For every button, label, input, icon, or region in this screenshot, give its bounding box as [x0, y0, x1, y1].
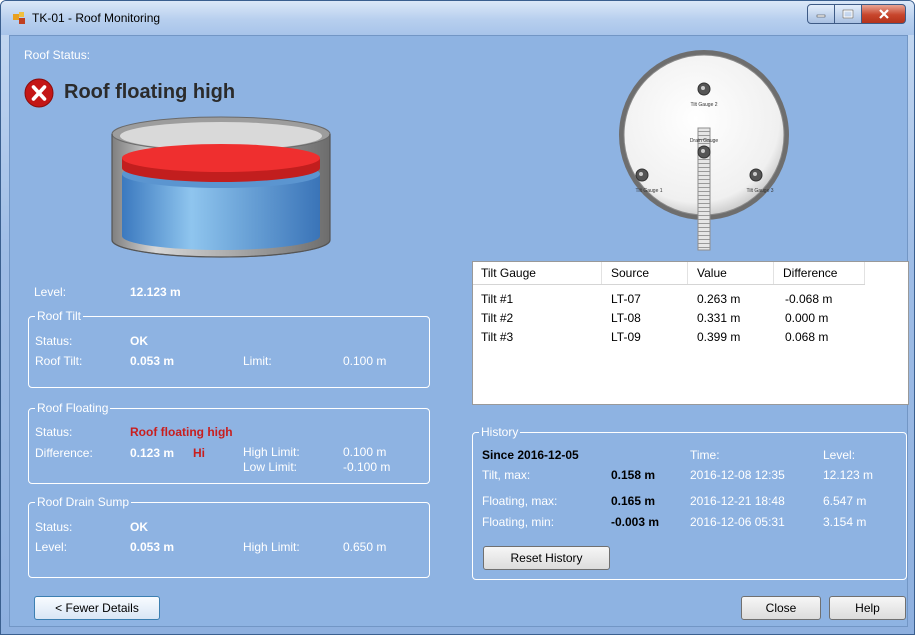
low-limit-label: Low Limit:	[243, 460, 298, 474]
drain-level-label: Level:	[35, 540, 68, 554]
source-cell: LT-08	[611, 311, 641, 325]
roof-tilt-group: Roof Tilt Status: OK Roof Tilt: 0.053 m …	[28, 309, 430, 388]
tilt-gauge-cell: Tilt #3	[481, 330, 514, 344]
value-cell: 0.331 m	[697, 311, 741, 325]
drain-gauge-marker	[697, 145, 711, 159]
tilt-gauge-1-marker	[635, 168, 649, 182]
history-row-time: 2016-12-21 18:48	[690, 494, 785, 508]
low-limit-value: -0.100 m	[343, 460, 391, 474]
drain-high-limit-label: High Limit:	[243, 540, 300, 554]
column-divider	[864, 262, 865, 284]
title-bar[interactable]: TK-01 - Roof Monitoring	[1, 1, 914, 35]
tilt-gauge-2-marker	[697, 82, 711, 96]
help-button[interactable]: Help	[829, 596, 906, 620]
tilt-gauge-3-marker	[749, 168, 763, 182]
difference-cell: -0.068 m	[785, 292, 833, 306]
app-icon	[13, 12, 25, 24]
maximize-button[interactable]	[835, 4, 862, 24]
history-row-label: Tilt, max:	[482, 468, 531, 482]
drain-status-value: OK	[130, 520, 148, 534]
tilt-gauge-3-label: Tilt Gauge 3	[746, 188, 773, 194]
column-header-difference[interactable]: Difference	[783, 266, 837, 280]
close-button[interactable]: Close	[741, 596, 821, 620]
history-row-label: Floating, min:	[482, 515, 555, 529]
column-divider	[773, 262, 774, 284]
roof-drain-group: Roof Drain Sump Status: OK Level: 0.053 …	[28, 495, 430, 578]
maximize-icon	[842, 9, 854, 19]
tank-illustration	[111, 116, 331, 258]
roof-floating-status-value: Roof floating high	[130, 425, 233, 439]
history-time-header: Time:	[690, 448, 720, 462]
roof-status-label: Roof Status:	[24, 48, 91, 62]
level-label: Level:	[34, 285, 67, 299]
history-row-label: Floating, max:	[482, 494, 558, 508]
column-header-value[interactable]: Value	[697, 266, 727, 280]
history-row-time: 2016-12-08 12:35	[690, 468, 785, 482]
roof-tilt-label: Roof Tilt:	[35, 354, 83, 368]
client-area: Roof Status: Roof floating high Level: 1…	[9, 35, 909, 627]
history-row-time: 2016-12-06 05:31	[690, 515, 785, 529]
window-title: TK-01 - Roof Monitoring	[32, 11, 161, 25]
minimize-icon	[816, 14, 826, 18]
history-level-header: Level:	[823, 448, 856, 462]
roof-drain-title: Roof Drain Sump	[35, 495, 132, 509]
difference-cell: 0.000 m	[785, 311, 829, 325]
history-row-value: 0.165 m	[611, 494, 656, 508]
minimize-button[interactable]	[807, 4, 835, 24]
column-divider	[687, 262, 688, 284]
history-since: Since 2016-12-05	[482, 448, 579, 462]
drain-high-limit-value: 0.650 m	[343, 540, 387, 554]
window-controls	[807, 4, 906, 24]
tilt-gauge-cell: Tilt #2	[481, 311, 514, 325]
difference-value: 0.123 m	[130, 446, 175, 460]
history-title: History	[479, 425, 521, 439]
table-header: Tilt Gauge Source Value Difference	[473, 262, 865, 285]
hi-flag: Hi	[193, 446, 205, 460]
difference-label: Difference:	[35, 446, 93, 460]
close-icon	[878, 9, 889, 19]
roof-monitoring-window: TK-01 - Roof Monitoring Roof Status: Roo…	[0, 0, 915, 635]
column-header-tilt-gauge[interactable]: Tilt Gauge	[481, 266, 536, 280]
drain-status-label: Status:	[35, 520, 73, 534]
tilt-gauge-table[interactable]: Tilt Gauge Source Value Difference Tilt …	[472, 261, 909, 405]
history-row-level: 6.547 m	[823, 494, 867, 508]
difference-cell: 0.068 m	[785, 330, 829, 344]
column-header-source[interactable]: Source	[611, 266, 649, 280]
drain-level-value: 0.053 m	[130, 540, 175, 554]
fewer-details-button[interactable]: < Fewer Details	[34, 596, 160, 620]
history-row-value: -0.003 m	[611, 515, 660, 529]
history-row-level: 3.154 m	[823, 515, 867, 529]
roof-tilt-limit-label: Limit:	[243, 354, 272, 368]
roof-tilt-title: Roof Tilt	[35, 309, 84, 323]
reset-history-button[interactable]: Reset History	[483, 546, 610, 570]
close-window-button[interactable]	[862, 4, 906, 24]
high-limit-label: High Limit:	[243, 445, 300, 459]
roof-floating-group: Roof Floating Status: Roof floating high…	[28, 401, 430, 484]
level-value: 12.123 m	[130, 285, 181, 299]
source-cell: LT-09	[611, 330, 641, 344]
column-divider	[601, 262, 602, 284]
source-cell: LT-07	[611, 292, 641, 306]
history-group: History Since 2016-12-05 Time: Level: Ti…	[472, 425, 907, 580]
roof-floating-title: Roof Floating	[35, 401, 111, 415]
tilt-gauge-2-label: Tilt Gauge 2	[690, 102, 717, 108]
roof-tilt-status-value: OK	[130, 334, 148, 348]
high-limit-value: 0.100 m	[343, 445, 387, 459]
tilt-gauge-cell: Tilt #1	[481, 292, 514, 306]
drain-gauge-label: Drain Gauge	[690, 138, 719, 144]
value-cell: 0.399 m	[697, 330, 741, 344]
history-row-level: 12.123 m	[823, 468, 874, 482]
roof-tilt-value: 0.053 m	[130, 354, 175, 368]
roof-floating-status-label: Status:	[35, 425, 73, 439]
alarm-x-icon	[24, 78, 54, 108]
history-row-value: 0.158 m	[611, 468, 656, 482]
roof-tilt-limit-value: 0.100 m	[343, 354, 387, 368]
tilt-gauge-1-label: Tilt Gauge 1	[635, 188, 662, 194]
value-cell: 0.263 m	[697, 292, 741, 306]
roof-tilt-status-label: Status:	[35, 334, 73, 348]
roof-top-diagram: Tilt Gauge 2 Drain Gauge Tilt Gauge 1 Ti…	[619, 50, 789, 251]
roof-status-text: Roof floating high	[64, 81, 236, 103]
